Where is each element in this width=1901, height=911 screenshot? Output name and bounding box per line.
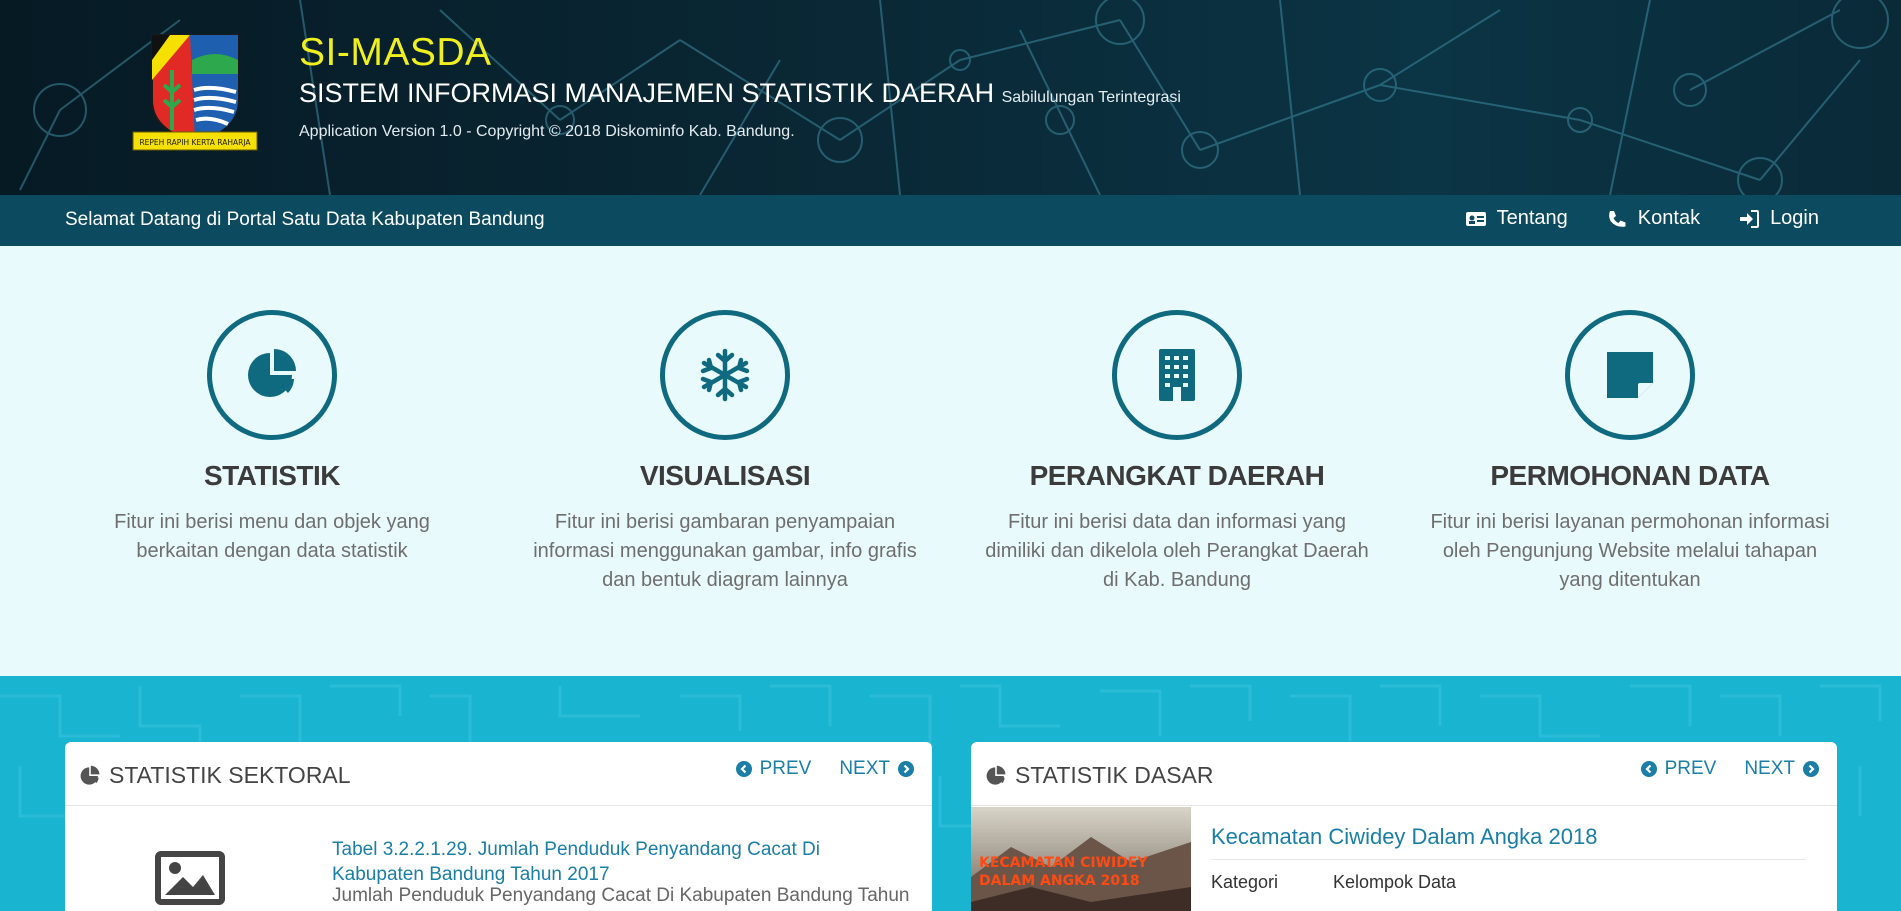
cover-text: KECAMATAN CIWIDEY xyxy=(979,855,1148,871)
brand-block: SI-MASDA SISTEM INFORMASI MANAJEMEN STAT… xyxy=(299,30,1181,141)
nav-link-kontak[interactable]: Kontak xyxy=(1606,207,1700,230)
nav-link-label: Login xyxy=(1770,207,1819,229)
features-section: STATISTIK Fitur ini berisi menu dan obje… xyxy=(0,246,1901,676)
book-meta-row: Kategori Kelompok Data xyxy=(1211,872,1456,893)
header-banner: REPEH RAPIH KERTA RAHARJA SI-MASDA SISTE… xyxy=(0,0,1901,195)
bandung-logo: REPEH RAPIH KERTA RAHARJA xyxy=(132,34,258,151)
nav-links: Tentang Kontak Login xyxy=(1465,207,1819,230)
app-title: SI-MASDA xyxy=(299,31,492,74)
book-cover-art: KECAMATAN CIWIDEY DALAM ANGKA 2018 xyxy=(971,837,1191,911)
feature-description: Fitur ini berisi gambaran penyampaian in… xyxy=(533,511,917,591)
meta-value: Kelompok Data xyxy=(1333,872,1457,892)
prev-label: PREV xyxy=(759,758,812,779)
prev-button[interactable]: PREV xyxy=(1640,758,1717,780)
card-header: STATISTIK SEKTORAL PREV NEXT xyxy=(65,742,932,806)
feature-permohonan-data: PERMOHONAN DATA Fitur ini berisi layanan… xyxy=(1430,310,1830,595)
item-title-link[interactable]: Tabel 3.2.2.1.29. Jumlah Penduduk Penyan… xyxy=(332,837,912,887)
feature-visualisasi: VISUALISASI Fitur ini berisi gambaran pe… xyxy=(525,310,925,595)
chevron-right-circle-icon xyxy=(1803,761,1819,777)
phone-icon xyxy=(1608,210,1626,227)
card-title-text: STATISTIK SEKTORAL xyxy=(109,762,351,788)
card-title: STATISTIK DASAR xyxy=(985,762,1214,789)
nav-link-login[interactable]: Login xyxy=(1738,207,1819,230)
book-title-link[interactable]: Kecamatan Ciwidey Dalam Angka 2018 xyxy=(1211,824,1597,850)
card-title: STATISTIK SEKTORAL xyxy=(79,762,351,789)
feature-icon-button[interactable] xyxy=(207,310,337,440)
feature-icon-button[interactable] xyxy=(1565,310,1695,440)
nav-link-label: Kontak xyxy=(1637,207,1701,229)
feature-icon-button[interactable] xyxy=(660,310,790,440)
feature-title: STATISTIK xyxy=(203,460,341,491)
book-meta-row: - - xyxy=(1211,904,1339,911)
meta-value: - xyxy=(1333,904,1339,911)
meta-key: - xyxy=(1211,904,1333,911)
next-button[interactable]: NEXT xyxy=(1744,758,1819,780)
logo-motto: REPEH RAPIH KERTA RAHARJA xyxy=(139,138,251,147)
app-subtitle: SISTEM INFORMASI MANAJEMEN STATISTIK DAE… xyxy=(299,76,1181,115)
pie-chart-icon xyxy=(248,349,296,397)
divider xyxy=(1211,859,1806,860)
card-pagination: PREV NEXT xyxy=(735,758,914,780)
pie-chart-icon xyxy=(986,765,1006,785)
sign-in-icon xyxy=(1740,209,1760,228)
building-icon xyxy=(1159,349,1195,401)
welcome-text: Selamat Datang di Portal Satu Data Kabup… xyxy=(65,209,545,230)
id-card-icon xyxy=(1465,211,1486,226)
card-title-text: STATISTIK DASAR xyxy=(1015,762,1214,788)
next-button[interactable]: NEXT xyxy=(839,758,914,780)
chevron-left-circle-icon xyxy=(735,761,752,777)
feature-perangkat-daerah: PERANGKAT DAERAH Fitur ini berisi data d… xyxy=(977,310,1377,595)
navbar: Selamat Datang di Portal Satu Data Kabup… xyxy=(0,195,1901,246)
feature-title: PERANGKAT DAERAH xyxy=(1029,460,1325,491)
nav-link-label: Tentang xyxy=(1496,207,1568,229)
app-subtitle-text: SISTEM INFORMASI MANAJEMEN STATISTIK DAE… xyxy=(299,78,995,108)
feature-description: Fitur ini berisi layanan permohonan info… xyxy=(1430,511,1830,591)
app-subtitle-small: Sabilulungan Terintegrasi xyxy=(1001,89,1181,106)
prev-button[interactable]: PREV xyxy=(735,758,812,780)
feature-title: VISUALISASI xyxy=(639,460,811,491)
nav-link-tentang[interactable]: Tentang xyxy=(1465,207,1568,230)
item-description: Jumlah Penduduk Penyandang Cacat Di Kabu… xyxy=(332,885,910,906)
cover-text: DALAM ANGKA 2018 xyxy=(979,873,1140,889)
feature-icon-button[interactable] xyxy=(1112,310,1242,440)
feature-statistik: STATISTIK Fitur ini berisi menu dan obje… xyxy=(72,310,472,566)
feature-description: Fitur ini berisi menu dan objek yang ber… xyxy=(114,511,430,562)
meta-key: Kategori xyxy=(1211,872,1279,892)
book-cover-thumbnail[interactable]: KECAMATAN CIWIDEY DALAM ANGKA 2018 xyxy=(971,807,1191,911)
sticky-note-icon xyxy=(1607,352,1653,398)
chevron-right-circle-icon xyxy=(898,761,914,777)
card-statistik-sektoral: STATISTIK SEKTORAL PREV NEXT Tabel 3.2.2… xyxy=(65,742,932,911)
card-statistik-dasar: STATISTIK DASAR PREV NEXT KECAMATAN CIWI… xyxy=(971,742,1837,911)
next-label: NEXT xyxy=(1744,758,1795,779)
snowflake-icon xyxy=(700,348,750,402)
image-placeholder-icon xyxy=(155,851,225,905)
card-header: STATISTIK DASAR PREV NEXT xyxy=(971,742,1837,806)
chevron-left-circle-icon xyxy=(1640,761,1657,777)
statistics-panel: STATISTIK SEKTORAL PREV NEXT Tabel 3.2.2… xyxy=(0,676,1901,911)
prev-label: PREV xyxy=(1664,758,1717,779)
feature-title: PERMOHONAN DATA xyxy=(1490,460,1770,491)
next-label: NEXT xyxy=(839,758,890,779)
feature-description: Fitur ini berisi data dan informasi yang… xyxy=(985,511,1369,591)
app-copyright: Application Version 1.0 - Copyright © 20… xyxy=(299,123,795,140)
pie-chart-icon xyxy=(80,765,100,785)
card-pagination: PREV NEXT xyxy=(1640,758,1819,780)
